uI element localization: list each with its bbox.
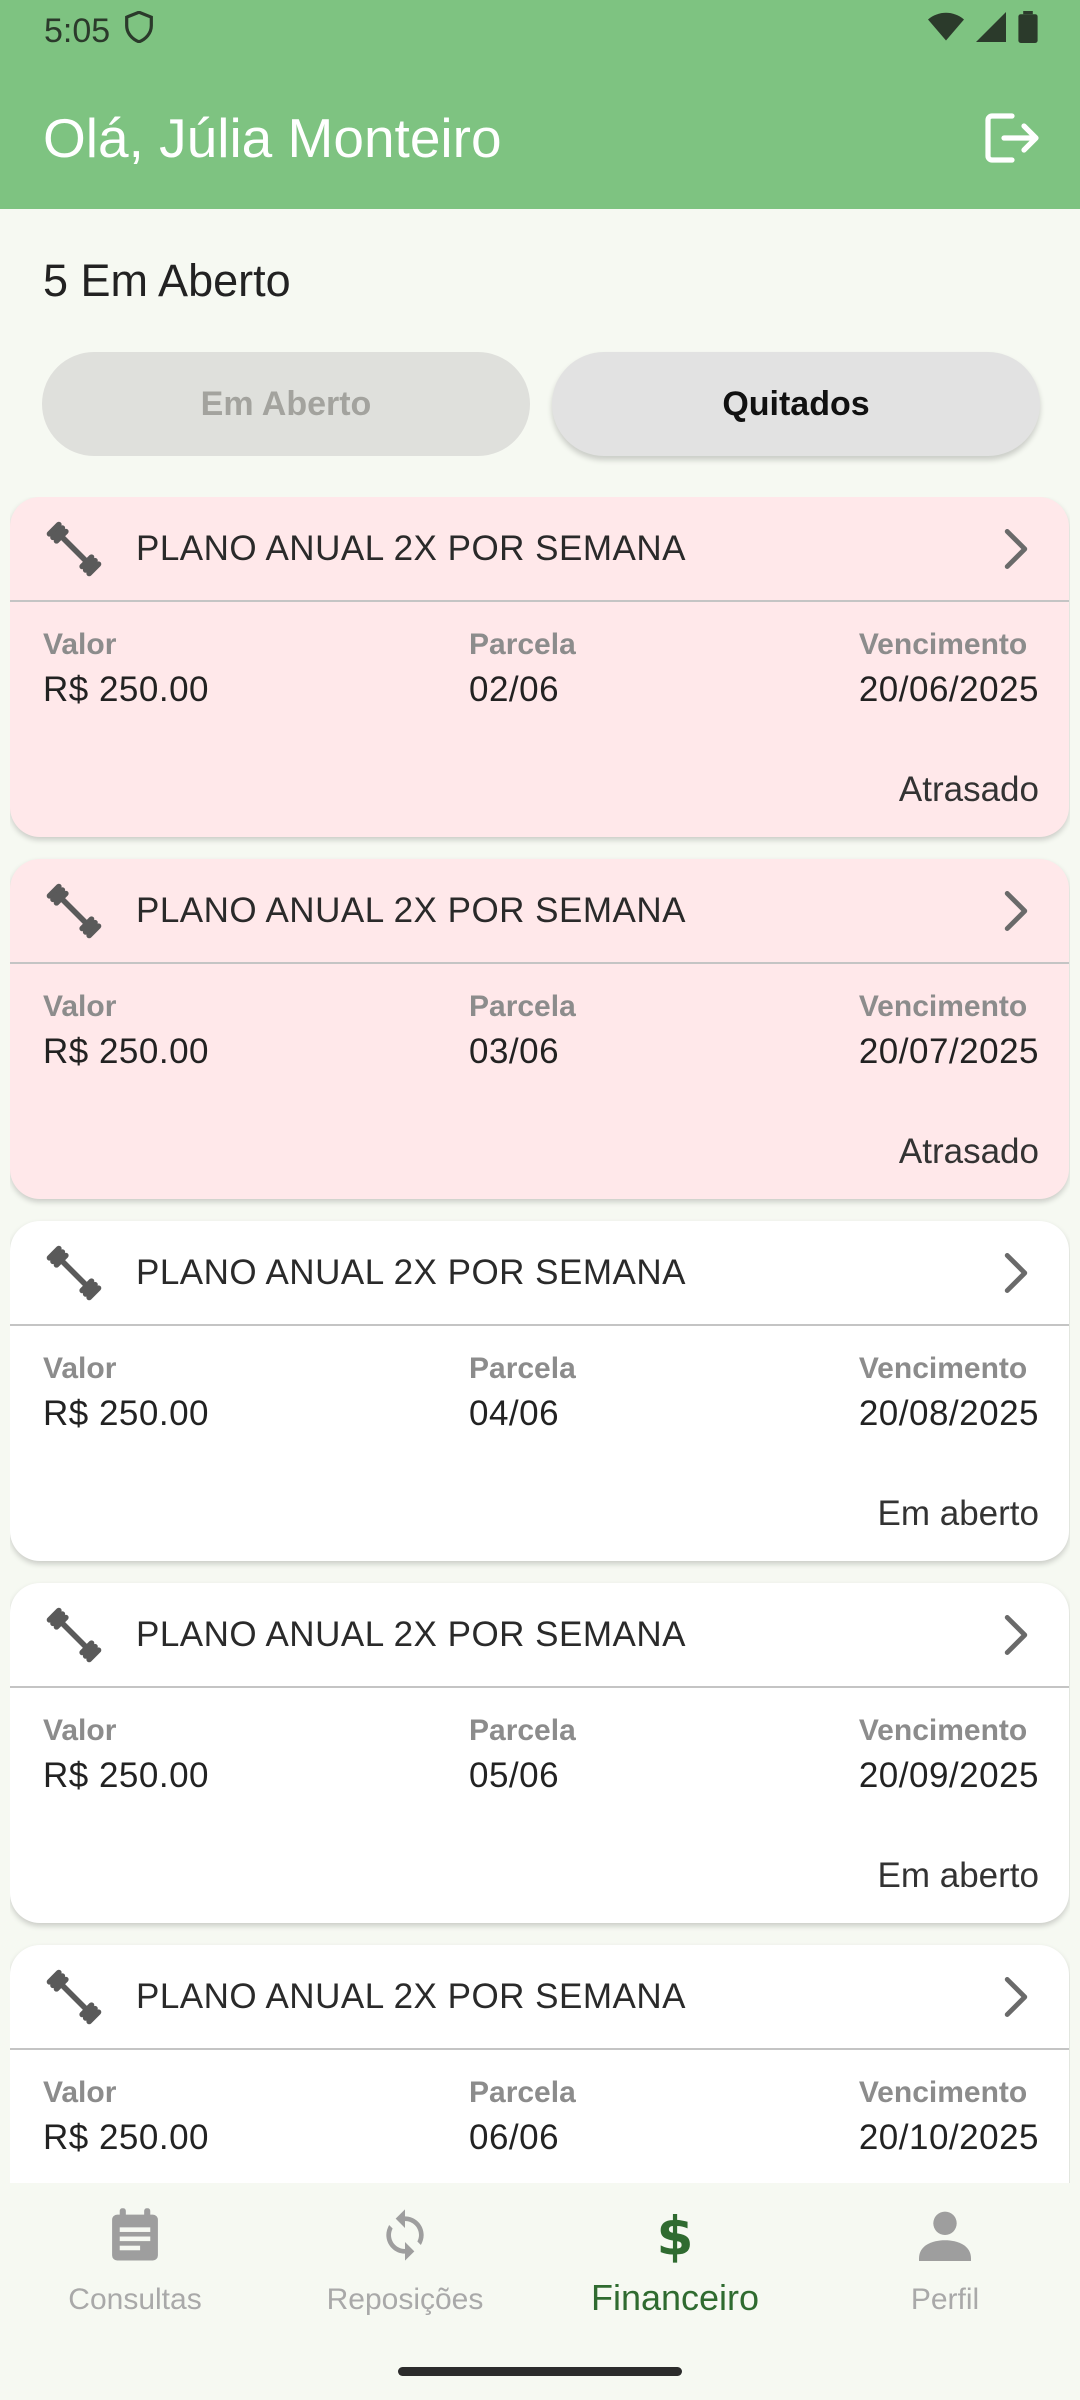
battery-icon <box>1018 10 1038 52</box>
valor-label: Valor <box>43 628 117 661</box>
installment-card[interactable]: PLANO ANUAL 2X POR SEMANA Valor R$ 250.00… <box>10 497 1069 837</box>
vencimento-label: Vencimento <box>858 990 1028 1023</box>
page-title: Olá, Júlia Monteiro <box>43 107 502 169</box>
nav-label-financeiro: Financeiro <box>590 2277 760 2318</box>
tab-em-aberto[interactable]: Em Aberto <box>42 352 530 456</box>
valor-label: Valor <box>43 990 117 1023</box>
valor-value: R$ 250.00 <box>43 1394 210 1433</box>
nav-item-perfil[interactable]: Perfil <box>810 2183 1080 2400</box>
filter-tabs: Em Aberto Quitados <box>42 352 1040 456</box>
parcela-label: Parcela <box>469 628 576 661</box>
dollar-icon: $ <box>645 2205 705 2265</box>
dumbbell-icon <box>44 881 104 941</box>
plan-name: PLANO ANUAL 2X POR SEMANA <box>136 1252 686 1292</box>
plan-name: PLANO ANUAL 2X POR SEMANA <box>136 1614 686 1654</box>
parcela-label: Parcela <box>469 990 576 1023</box>
status-label: Atrasado <box>898 770 1039 809</box>
refresh-icon <box>375 2205 435 2265</box>
chevron-right-icon[interactable] <box>991 1610 1041 1660</box>
vencimento-value: 20/06/2025 <box>858 670 1039 709</box>
vencimento-value: 20/09/2025 <box>858 1756 1039 1795</box>
parcela-label: Parcela <box>469 1714 576 1747</box>
parcela-value: 02/06 <box>469 670 560 709</box>
vencimento-value: 20/10/2025 <box>858 2118 1039 2157</box>
wifi-icon <box>928 12 964 51</box>
plan-name: PLANO ANUAL 2X POR SEMANA <box>136 528 686 568</box>
parcela-label: Parcela <box>469 2076 576 2109</box>
logout-button[interactable] <box>980 106 1044 170</box>
valor-value: R$ 250.00 <box>43 1756 210 1795</box>
open-count-summary: 5 Em Aberto <box>43 255 291 306</box>
vencimento-value: 20/08/2025 <box>858 1394 1039 1433</box>
status-label: Em aberto <box>877 1494 1039 1533</box>
status-label: Atrasado <box>898 1132 1039 1171</box>
plan-name: PLANO ANUAL 2X POR SEMANA <box>136 1976 686 2016</box>
nav-label-reposicoes: Reposições <box>326 2283 484 2316</box>
dumbbell-icon <box>44 519 104 579</box>
nav-label-perfil: Perfil <box>910 2283 980 2316</box>
installment-card[interactable]: PLANO ANUAL 2X POR SEMANA Valor R$ 250.00… <box>10 1583 1069 1923</box>
vencimento-label: Vencimento <box>858 1714 1028 1747</box>
valor-value: R$ 250.00 <box>43 670 210 709</box>
valor-value: R$ 250.00 <box>43 1032 210 1071</box>
nav-label-consultas: Consultas <box>68 2283 202 2316</box>
vencimento-value: 20/07/2025 <box>858 1032 1039 1071</box>
valor-label: Valor <box>43 1352 117 1385</box>
svg-text:$: $ <box>657 2206 694 2264</box>
installment-card[interactable]: PLANO ANUAL 2X POR SEMANA Valor R$ 250.00… <box>10 1945 1069 2183</box>
parcela-value: 06/06 <box>469 2118 560 2157</box>
valor-label: Valor <box>43 1714 117 1747</box>
installment-card[interactable]: PLANO ANUAL 2X POR SEMANA Valor R$ 250.00… <box>10 859 1069 1199</box>
parcela-value: 03/06 <box>469 1032 560 1071</box>
plan-name: PLANO ANUAL 2X POR SEMANA <box>136 890 686 930</box>
chevron-right-icon[interactable] <box>991 1972 1041 2022</box>
valor-label: Valor <box>43 2076 117 2109</box>
dumbbell-icon <box>44 1243 104 1303</box>
parcela-value: 05/06 <box>469 1756 560 1795</box>
parcela-value: 04/06 <box>469 1394 560 1433</box>
chevron-right-icon[interactable] <box>991 886 1041 936</box>
shield-icon <box>124 10 154 52</box>
logout-icon <box>985 113 1039 163</box>
signal-icon <box>976 11 1006 51</box>
dumbbell-icon <box>44 1967 104 2027</box>
home-indicator[interactable] <box>398 2367 682 2376</box>
status-bar: 5:05 <box>0 0 1080 62</box>
tab-quitados[interactable]: Quitados <box>552 352 1040 456</box>
chevron-right-icon[interactable] <box>991 524 1041 574</box>
vencimento-label: Vencimento <box>858 1352 1028 1385</box>
dumbbell-icon <box>44 1605 104 1665</box>
parcela-label: Parcela <box>469 1352 576 1385</box>
chevron-right-icon[interactable] <box>991 1248 1041 1298</box>
person-icon <box>915 2205 975 2265</box>
nav-item-consultas[interactable]: Consultas <box>0 2183 270 2400</box>
vencimento-label: Vencimento <box>858 628 1028 661</box>
calendar-icon <box>105 2205 165 2265</box>
status-time: 5:05 <box>44 11 111 50</box>
vencimento-label: Vencimento <box>858 2076 1028 2109</box>
app-bar: 5:05 Olá, Júlia Monteiro <box>0 0 1080 209</box>
installments-list: PLANO ANUAL 2X POR SEMANA Valor R$ 250.00… <box>10 497 1070 2183</box>
installment-card[interactable]: PLANO ANUAL 2X POR SEMANA Valor R$ 250.00… <box>10 1221 1069 1561</box>
valor-value: R$ 250.00 <box>43 2118 210 2157</box>
status-label: Em aberto <box>877 1856 1039 1895</box>
